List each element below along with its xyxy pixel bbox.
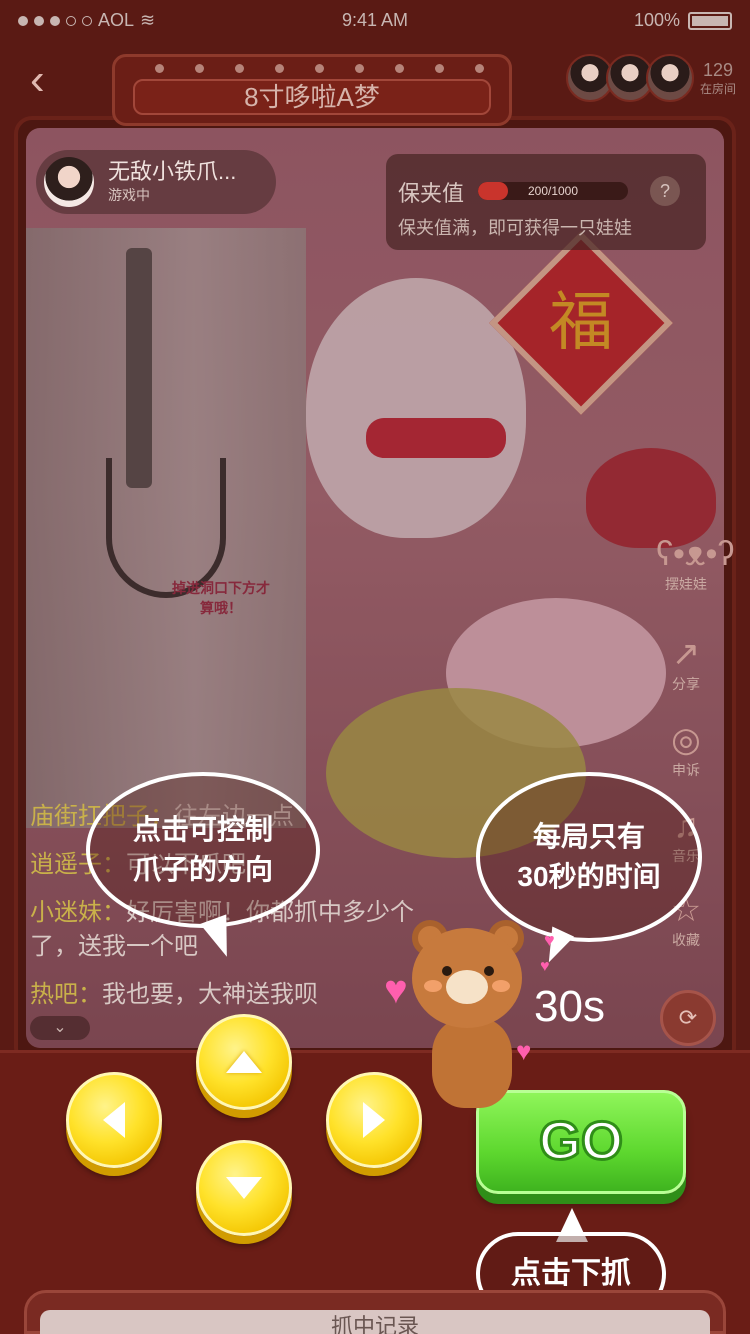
room-viewers[interactable]: 129 在房间 (565, 54, 736, 102)
battery-icon (688, 11, 732, 30)
side-action-label: 收藏 (672, 932, 700, 948)
time-hint-bubble: 每局只有 30秒的时间 (476, 772, 702, 942)
chat-user: 热吧： (30, 981, 102, 1008)
viewer-count: 129 在房间 (700, 60, 736, 97)
player-status: 游戏中 (108, 187, 150, 203)
header: ‹ 8寸哆啦A梦 129 在房间 (0, 40, 750, 130)
appeal-icon: ◎ (671, 721, 701, 759)
viewer-count-number: 129 (702, 59, 734, 80)
arrow-right-icon (363, 1102, 385, 1138)
arrow-up-icon (226, 1051, 262, 1073)
arrow-down-icon (226, 1177, 262, 1199)
grab-hint-text: 点击下抓 (511, 1257, 631, 1290)
side-action-label: 申诉 (672, 762, 700, 778)
claw-down-button[interactable] (196, 1140, 292, 1236)
chat-message: 我也要，大神送我呗 (102, 981, 318, 1008)
bear-mascot (398, 918, 538, 1118)
chat-user: 小迷妹： (30, 899, 126, 926)
direction-hint-bubble: 点击可控制 爪子的方向 (86, 772, 320, 928)
side-action-share[interactable]: ↗ 分享 (656, 634, 716, 694)
time-hint-line: 30秒的时间 (517, 861, 661, 892)
page-title: 8寸哆啦A梦 (133, 79, 491, 115)
back-button[interactable]: ‹ (30, 58, 70, 104)
side-action-label: 摆娃娃 (665, 576, 707, 592)
guarantee-tip: 保夹值满，即可获得一只娃娃 (398, 218, 632, 238)
direction-hint-line: 点击可控制 (132, 814, 273, 845)
side-action-appeal[interactable]: ◎ 申诉 (656, 720, 716, 780)
status-bar: AOL ≋ 9:41 AM 100% (0, 0, 750, 40)
guarantee-value: 200/1000 (527, 184, 579, 198)
tab-catch-records[interactable]: 抓中记录 (40, 1310, 710, 1334)
chevron-left-icon: ‹ (30, 55, 45, 104)
current-player[interactable]: 无敌小铁爪... 游戏中 (36, 150, 276, 214)
claw-up-button[interactable] (196, 1014, 292, 1110)
avatar (645, 54, 694, 102)
countdown-timer: 30s (534, 982, 605, 1031)
avatar (44, 157, 94, 207)
chat-collapse-button[interactable]: ⌄ (30, 1016, 90, 1040)
title-plate: 8寸哆啦A梦 (112, 54, 512, 126)
heart-icon: ♥ (544, 930, 555, 950)
camera-rotate-icon: ⟳ (678, 1005, 698, 1030)
heart-icon: ♥ (516, 1036, 532, 1066)
share-icon: ↗ (671, 635, 701, 673)
side-action-arrange[interactable]: ʕ•ᴥ•ʔ 摆娃娃 (656, 534, 735, 594)
camera-switch-button[interactable]: ⟳ (660, 990, 716, 1046)
battery-status: 100% (634, 10, 732, 31)
battery-percent: 100% (633, 10, 680, 30)
viewer-count-label: 在房间 (699, 81, 736, 96)
guarantee-label: 保夹值 (398, 181, 465, 206)
help-icon[interactable]: ? (650, 176, 680, 206)
time-hint-line: 每局只有 (532, 821, 645, 852)
arrow-left-icon (103, 1102, 125, 1138)
player-name: 无敌小铁爪... (108, 159, 237, 184)
side-action-label: 分享 (672, 676, 700, 692)
heart-icon: ♥ (384, 968, 408, 1012)
guarantee-panel: 保夹值 200/1000 ? 保夹值满，即可获得一只娃娃 (386, 154, 706, 250)
heart-icon: ♥ (540, 958, 550, 975)
claw-left-button[interactable] (66, 1072, 162, 1168)
direction-hint-line: 爪子的方向 (132, 854, 273, 885)
bear-icon: ʕ•ᴥ•ʔ (656, 535, 735, 573)
